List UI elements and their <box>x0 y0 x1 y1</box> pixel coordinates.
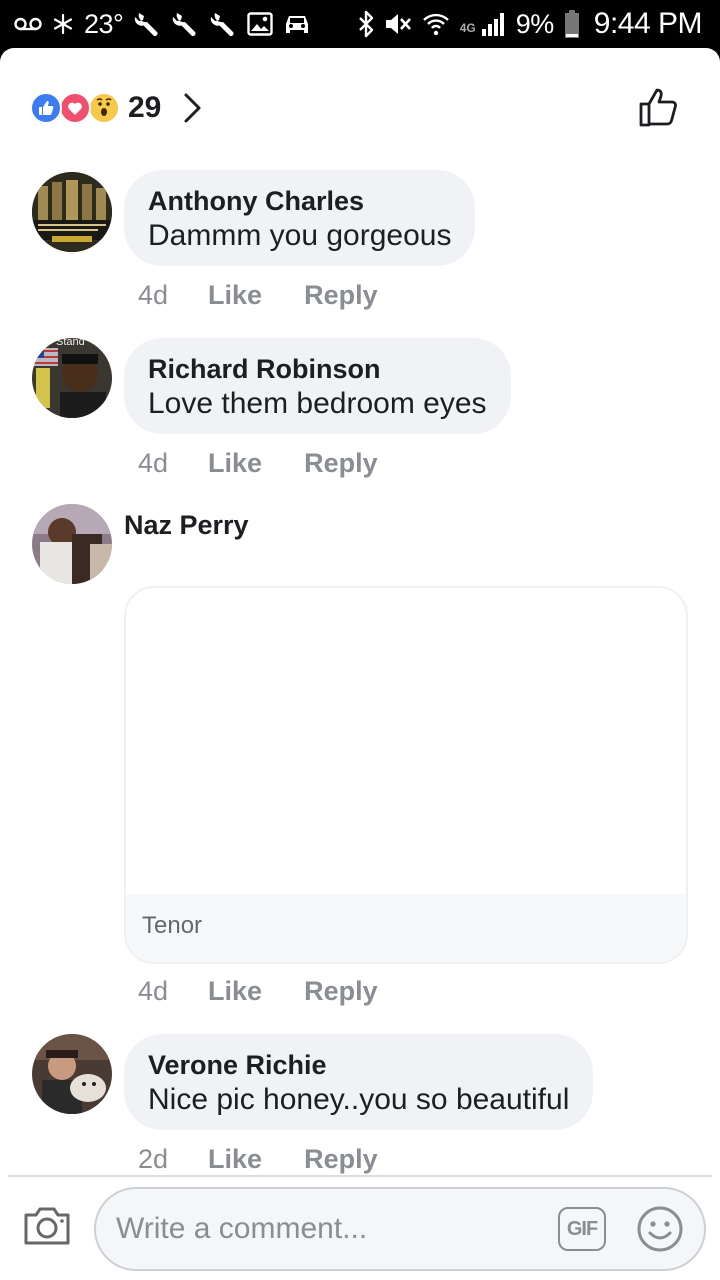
voicemail-icon <box>14 16 42 32</box>
comment-text: Nice pic honey..you so beautiful <box>148 1083 570 1116</box>
comment-author[interactable]: Verone Richie <box>148 1048 569 1082</box>
wrench-icon <box>133 10 161 38</box>
car-icon <box>283 12 311 36</box>
avatar[interactable] <box>32 1034 112 1114</box>
comment-like-button[interactable]: Like <box>208 448 262 479</box>
comment-reply-button[interactable]: Reply <box>304 1144 378 1175</box>
comment-bubble[interactable]: Anthony Charles Dammm you gorgeous <box>124 170 476 266</box>
reactions-summary[interactable]: 29 <box>30 88 203 128</box>
comment-author[interactable]: Richard Robinson <box>148 352 487 386</box>
comment-like-button[interactable]: Like <box>208 280 262 311</box>
battery-icon <box>564 9 580 39</box>
comment-text: Dammm you gorgeous <box>148 219 452 252</box>
comment-reply-button[interactable]: Reply <box>304 448 378 479</box>
comment-actions: 4d Like Reply <box>138 976 378 1007</box>
status-bar-left: 23° <box>14 0 311 48</box>
comment-input[interactable] <box>116 1189 546 1269</box>
network-type-text: 4G <box>459 21 476 35</box>
network-type-icon: 4G <box>460 13 476 35</box>
comments-sheet: 29 Anthony Charles Dammm you gorgeous 4d… <box>0 48 720 1280</box>
like-reaction-icon <box>30 92 62 124</box>
gif-source-label[interactable]: Tenor <box>142 912 202 940</box>
like-post-button[interactable] <box>638 86 680 133</box>
comment-actions: 2d Like Reply <box>138 1144 378 1175</box>
battery-percent-text: 9% <box>515 8 555 39</box>
comment-time: 4d <box>138 280 169 310</box>
wow-reaction-icon <box>88 92 120 124</box>
comment-like-button[interactable]: Like <box>208 1144 262 1175</box>
status-bar-right: 4G 9% 9:44 PM <box>358 0 703 48</box>
comment-field[interactable]: GIF <box>94 1187 706 1271</box>
image-icon <box>247 12 274 36</box>
comment-author[interactable]: Anthony Charles <box>148 184 451 218</box>
love-reaction-icon <box>59 92 91 124</box>
status-bar: 23° 4G 9% 9:44 PM <box>0 0 720 48</box>
reaction-count: 29 <box>128 91 162 124</box>
clock-text: 9:44 PM <box>593 7 703 40</box>
gif-footer: Tenor <box>126 894 686 962</box>
comment-actions: 4d Like Reply <box>138 280 378 311</box>
comment-time: 4d <box>138 976 169 1006</box>
avatar[interactable] <box>32 504 112 584</box>
chevron-right-icon[interactable] <box>183 92 203 124</box>
snowflake-icon <box>52 13 74 35</box>
gif-attachment[interactable]: Tenor <box>124 586 688 964</box>
comment-composer: GIF <box>0 1177 720 1280</box>
wifi-icon <box>422 10 450 38</box>
wrench-icon <box>209 10 237 38</box>
avatar-overlay-text: Stand <box>56 338 85 348</box>
mute-icon <box>384 11 412 37</box>
gif-button[interactable]: GIF <box>558 1207 606 1251</box>
comment-time: 4d <box>138 448 169 478</box>
comment-actions: 4d Like Reply <box>138 448 378 479</box>
bluetooth-icon <box>358 10 374 38</box>
temperature-text: 23° <box>84 8 124 39</box>
comment-reply-button[interactable]: Reply <box>304 280 378 311</box>
camera-icon[interactable] <box>22 1205 72 1252</box>
wrench-icon <box>171 10 199 38</box>
comment-like-button[interactable]: Like <box>208 976 262 1007</box>
comment-text: Love them bedroom eyes <box>148 387 487 420</box>
avatar[interactable] <box>32 172 112 252</box>
avatar[interactable]: Stand <box>32 338 112 418</box>
comment-author[interactable]: Naz Perry <box>124 510 249 541</box>
comment-time: 2d <box>138 1144 169 1174</box>
signal-icon <box>480 11 506 37</box>
comment-bubble[interactable]: Verone Richie Nice pic honey..you so bea… <box>124 1034 594 1130</box>
comment-bubble[interactable]: Richard Robinson Love them bedroom eyes <box>124 338 511 434</box>
emoji-icon[interactable] <box>636 1205 684 1258</box>
comment-reply-button[interactable]: Reply <box>304 976 378 1007</box>
